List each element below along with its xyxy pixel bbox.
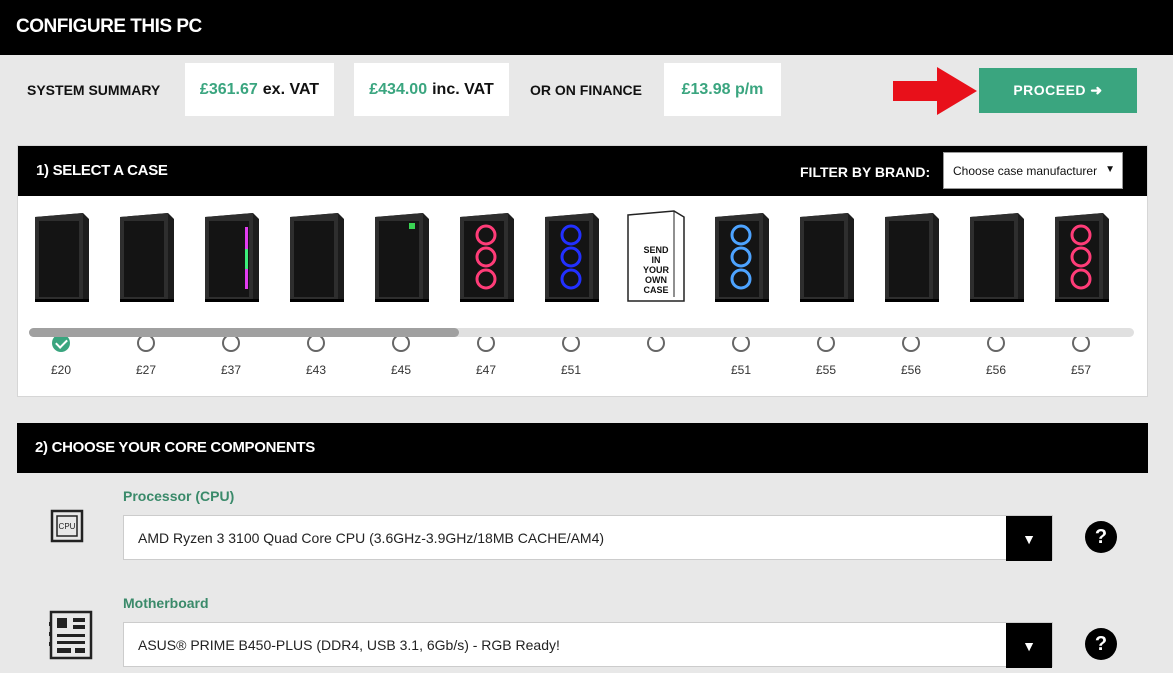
motherboard-value: ASUS® PRIME B450-PLUS (DDR4, USB 3.1, 6G… [138,636,560,653]
inc-vat-label: inc. VAT [432,80,494,98]
cpu-value: AMD Ryzen 3 3100 Quad Core CPU (3.6GHz-3… [138,529,605,546]
filter-label: FILTER BY BRAND: [800,164,931,180]
top-bar: CONFIGURE THIS PC [0,0,1173,55]
components-panel: 2) CHOOSE YOUR CORE COMPONENTS CPU Proce… [17,423,1148,673]
case-option[interactable]: £55 [791,209,861,377]
chevron-down-icon[interactable]: ▼ [1006,516,1052,561]
case-option[interactable]: £37 [196,209,266,377]
cpu-label: Processor (CPU) [123,488,235,504]
pc-case-icon [715,213,769,302]
case-option[interactable]: £27 [111,209,181,377]
cpu-help-icon[interactable]: ? [1085,521,1117,553]
red-arrow-icon [893,67,977,115]
motherboard-label: Motherboard [123,595,209,611]
case-option[interactable]: £51 [536,209,606,377]
case-price: £37 [220,363,242,377]
page-title: CONFIGURE THIS PC [16,16,202,37]
brand-filter-value: Choose case manufacturer [953,163,1098,178]
pc-case-icon [205,213,259,302]
case-scrollbar[interactable] [29,328,1134,337]
motherboard-select[interactable]: ASUS® PRIME B450-PLUS (DDR4, USB 3.1, 6G… [123,622,1053,668]
case-price: £27 [135,363,157,377]
case-price: £56 [900,363,922,377]
case-price: £51 [560,363,582,377]
case-price: £56 [985,363,1007,377]
price-ex-vat: £361.67 ex. VAT [185,63,334,116]
inc-vat-amount: £434.00 [369,80,428,98]
case-price: £43 [305,363,327,377]
case-option[interactable]: £47 [451,209,521,377]
ex-vat-label: ex. VAT [262,80,320,98]
case-option[interactable]: SEND IN YOUR OWN CASE [621,209,691,352]
chevron-down-icon[interactable]: ▼ [1006,623,1052,668]
case-price: £45 [390,363,412,377]
case-option[interactable]: £56 [961,209,1031,377]
case-price: £47 [475,363,497,377]
case-option[interactable]: £51 [706,209,776,377]
pc-case-icon [885,213,939,302]
case-price: £20 [50,363,72,377]
components-section-title: 2) CHOOSE YOUR CORE COMPONENTS [35,439,315,456]
pc-case-icon [800,213,854,302]
finance-amount: £13.98 p/m [681,80,764,98]
motherboard-icon [49,610,93,660]
case-scroll-thumb[interactable] [29,328,459,337]
case-option[interactable]: £56 [876,209,946,377]
finance-label: OR ON FINANCE [530,82,642,98]
pc-case-icon [35,213,89,302]
svg-text:IN: IN [652,255,661,265]
svg-text:YOUR: YOUR [643,265,670,275]
case-option[interactable]: £57 [1046,209,1116,377]
svg-text:OWN: OWN [645,275,667,285]
case-price: £55 [815,363,837,377]
proceed-button[interactable]: PROCEED ➜ [979,68,1137,113]
svg-text:CASE: CASE [643,285,668,295]
motherboard-help-icon[interactable]: ? [1085,628,1117,660]
chevron-down-icon: ▼ [1105,164,1115,175]
components-panel-header: 2) CHOOSE YOUR CORE COMPONENTS [17,423,1148,473]
case-option[interactable]: £43 [281,209,351,377]
pc-case-icon [545,213,599,302]
svg-text:SEND: SEND [643,245,669,255]
case-panel: 1) SELECT A CASE FILTER BY BRAND: Choose… [17,145,1148,397]
case-option[interactable]: £45 [366,209,436,377]
components-list: CPU Processor (CPU) AMD Ryzen 3 3100 Qua… [17,473,1148,673]
cpu-select[interactable]: AMD Ryzen 3 3100 Quad Core CPU (3.6GHz-3… [123,515,1053,561]
pc-case-icon [970,213,1024,302]
ex-vat-amount: £361.67 [199,80,258,98]
pc-case-icon [375,213,429,302]
pc-case-icon [1055,213,1109,302]
cpu-icon-text: CPU [59,522,76,531]
pc-case-icon [120,213,174,302]
price-inc-vat: £434.00 inc. VAT [354,63,509,116]
pc-case-icon [460,213,514,302]
case-panel-header: 1) SELECT A CASE FILTER BY BRAND: Choose… [18,146,1147,196]
case-option[interactable]: £20 [26,209,96,377]
brand-filter-select[interactable]: Choose case manufacturer ▼ [943,152,1123,189]
send-own-case-icon: SENDINYOUROWNCASE [627,210,685,302]
case-price: £51 [730,363,752,377]
finance-box: £13.98 p/m [664,63,781,116]
pc-case-icon [290,213,344,302]
summary-label: SYSTEM SUMMARY [27,82,161,98]
case-price: £57 [1070,363,1092,377]
cpu-icon: CPU [50,509,84,543]
case-section-title: 1) SELECT A CASE [36,162,168,179]
